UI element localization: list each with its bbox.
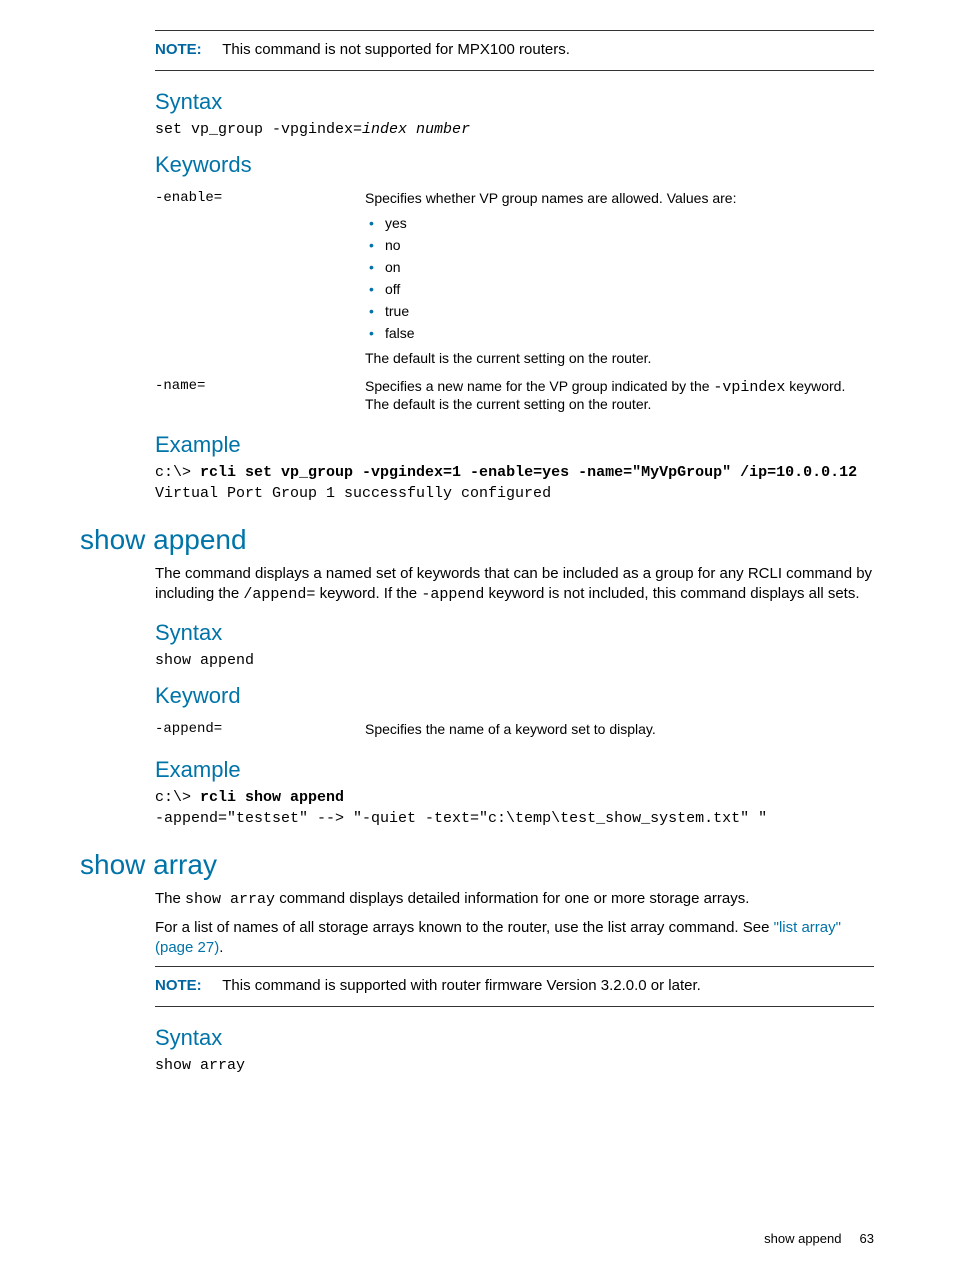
page-footer: show append 63 — [764, 1231, 874, 1246]
example-output: -append="testset" --> "-quiet -text="c:\… — [155, 810, 874, 827]
keyword-default: The default is the current setting on th… — [365, 350, 651, 366]
value-item: true — [385, 300, 864, 322]
show-append-desc: The command displays a named set of keyw… — [155, 564, 874, 606]
syntax-heading: Syntax — [155, 620, 874, 646]
example-prompt: c:\> — [155, 464, 200, 481]
value-item: no — [385, 234, 864, 256]
keywords-heading: Keywords — [155, 152, 874, 178]
value-list: yes no on off true false — [365, 212, 864, 344]
desc-part: For a list of names of all storage array… — [155, 919, 774, 936]
desc-part: command displays detailed information fo… — [275, 890, 749, 907]
syntax-arg: index number — [362, 121, 470, 138]
example-command: rcli set vp_group -vpgindex=1 -enable=ye… — [200, 464, 857, 481]
show-array-desc1: The show array command displays detailed… — [155, 889, 874, 910]
syntax-code: show append — [155, 652, 874, 669]
keyword-desc-code: -vpindex — [713, 379, 785, 396]
syntax-cmd: set vp_group -vpgindex= — [155, 121, 362, 138]
keyword-desc-a: Specifies a new name for the VP group in… — [365, 378, 713, 394]
example-output: Virtual Port Group 1 successfully config… — [155, 485, 874, 502]
example-out-text: -append="testset" --> "-quiet -text="c:\… — [155, 810, 767, 827]
desc-part: The — [155, 890, 185, 907]
syntax-cmd: show append — [155, 652, 254, 669]
example-code: c:\> rcli set vp_group -vpgindex=1 -enab… — [155, 464, 874, 481]
syntax-heading: Syntax — [155, 89, 874, 115]
note-box: NOTE: This command is supported with rou… — [155, 966, 874, 1007]
show-append-heading: show append — [80, 524, 874, 556]
note-label: NOTE: — [155, 977, 202, 994]
table-row: -name= Specifies a new name for the VP g… — [155, 372, 874, 418]
desc-part: . — [219, 939, 223, 956]
note-text: This command is not supported for MPX100… — [222, 41, 570, 58]
desc-code: /append= — [243, 586, 315, 603]
keyword-desc: Specifies whether VP group names are all… — [365, 190, 736, 206]
page-number: 63 — [860, 1231, 874, 1246]
note-text: This command is supported with router fi… — [222, 977, 701, 994]
value-item: false — [385, 322, 864, 344]
syntax-code: show array — [155, 1057, 874, 1074]
keyword-name: -enable= — [155, 184, 365, 372]
desc-code: -append — [421, 586, 484, 603]
keyword-name: -name= — [155, 372, 365, 418]
table-row: -append= Specifies the name of a keyword… — [155, 715, 874, 743]
example-prompt: c:\> — [155, 789, 200, 806]
desc-part: keyword is not included, this command di… — [484, 585, 859, 602]
value-item: on — [385, 256, 864, 278]
show-array-heading: show array — [80, 849, 874, 881]
desc-part: keyword. If the — [315, 585, 421, 602]
example-code: c:\> rcli show append — [155, 789, 874, 806]
keyword-name: -append= — [155, 715, 365, 743]
desc-code: show array — [185, 891, 275, 908]
keyword-heading: Keyword — [155, 683, 874, 709]
keywords-table: -enable= Specifies whether VP group name… — [155, 184, 874, 418]
syntax-cmd: show array — [155, 1057, 245, 1074]
example-out-text: Virtual Port Group 1 successfully config… — [155, 485, 551, 502]
example-heading: Example — [155, 432, 874, 458]
keyword-desc-cell: Specifies a new name for the VP group in… — [365, 372, 874, 418]
note-label: NOTE: — [155, 41, 202, 58]
keyword-desc: Specifies the name of a keyword set to d… — [365, 715, 874, 743]
keyword-desc-cell: Specifies whether VP group names are all… — [365, 184, 874, 372]
value-item: off — [385, 278, 864, 300]
table-row: -enable= Specifies whether VP group name… — [155, 184, 874, 372]
syntax-code: set vp_group -vpgindex=index number — [155, 121, 874, 138]
keyword-table: -append= Specifies the name of a keyword… — [155, 715, 874, 743]
example-command: rcli show append — [200, 789, 344, 806]
note-box: NOTE: This command is not supported for … — [155, 30, 874, 71]
show-array-desc2: For a list of names of all storage array… — [155, 918, 874, 959]
example-heading: Example — [155, 757, 874, 783]
value-item: yes — [385, 212, 864, 234]
footer-text: show append — [764, 1231, 841, 1246]
syntax-heading: Syntax — [155, 1025, 874, 1051]
